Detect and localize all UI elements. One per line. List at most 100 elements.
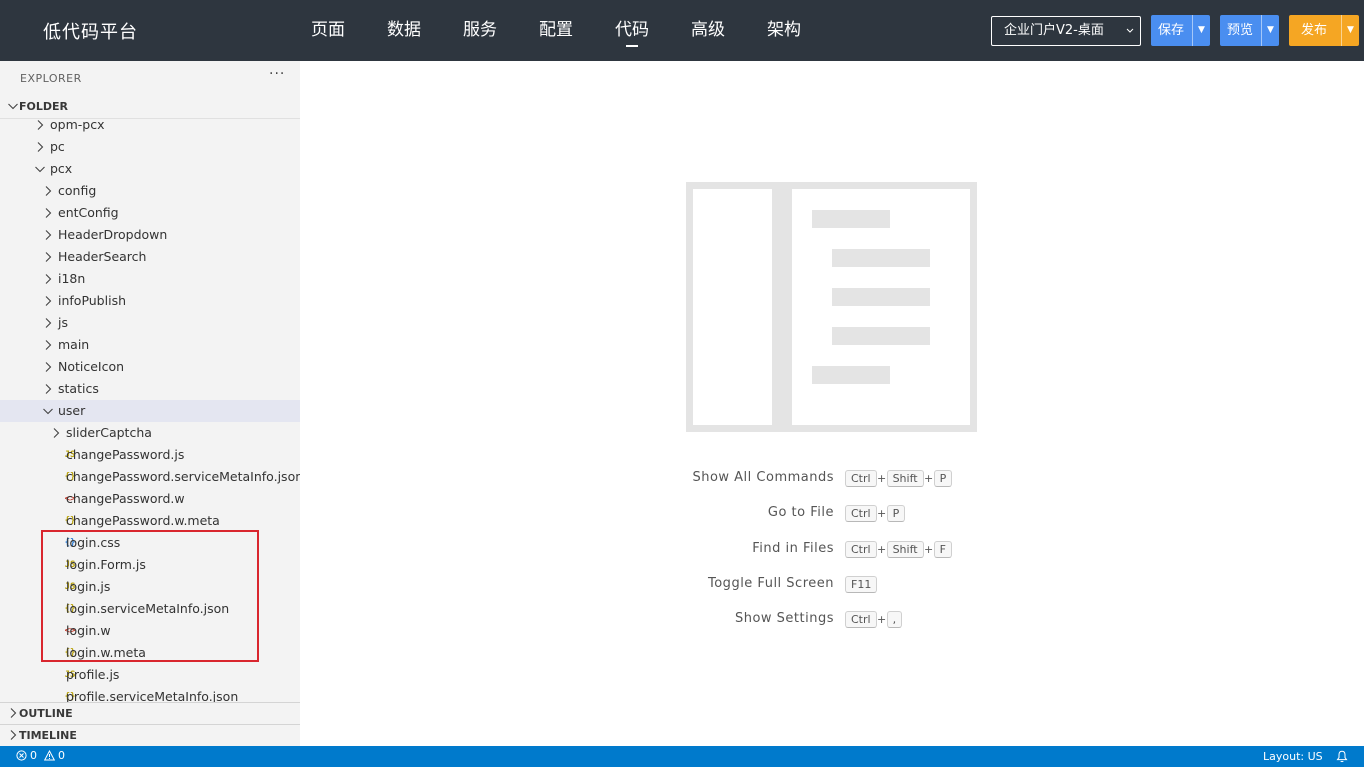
folder-section-header[interactable]: FOLDER <box>0 96 300 118</box>
plus-separator: + <box>876 542 887 556</box>
main-nav: 页面 数据 服务 配置 代码 高级 架构 <box>290 0 822 61</box>
keybinding-key: F <box>933 540 952 558</box>
keybinding-key: P <box>886 504 906 522</box>
tree-folder-item[interactable]: config <box>0 180 300 202</box>
tree-item-label: config <box>58 183 97 198</box>
tree-file-item[interactable]: {} login.serviceMetaInfo.json <box>0 598 300 620</box>
publish-button[interactable]: 发布 <box>1289 15 1341 46</box>
publish-dropdown-toggle[interactable]: ▼ <box>1341 15 1359 46</box>
chevron-down-icon <box>8 103 18 110</box>
tree-folder-item[interactable]: js <box>0 312 300 334</box>
nav-tab-0[interactable]: 页面 <box>290 0 366 61</box>
shortcut-keys: Ctrl + Shift + F <box>845 539 952 559</box>
tree-file-item[interactable]: JS changePassword.js <box>0 444 300 466</box>
nav-tab-6[interactable]: 架构 <box>746 0 822 61</box>
chevron-right-icon <box>45 296 52 306</box>
tree-item-label: login.js <box>66 579 111 594</box>
file-tree: opm-pcx pc pcx config entConfig HeaderDropdow… <box>0 118 300 702</box>
tree-item-label: user <box>58 403 86 418</box>
caret-down-icon: ▼ <box>1198 25 1205 35</box>
tree-item-label: pcx <box>50 161 73 176</box>
tree-file-item[interactable]: {} changePassword.w.meta <box>0 510 300 532</box>
chevron-right-icon <box>45 208 52 218</box>
explorer-sidebar: EXPLORER ··· FOLDER opm-pcx pc pcx config en… <box>0 61 300 746</box>
chevron-right-icon <box>37 142 44 152</box>
tree-file-item[interactable]: {} changePassword.serviceMetaInfo.json <box>0 466 300 488</box>
tree-file-item[interactable]: {} login.w.meta <box>0 642 300 664</box>
preview-dropdown-toggle[interactable]: ▼ <box>1261 15 1279 46</box>
save-dropdown-toggle[interactable]: ▼ <box>1192 15 1210 46</box>
tree-item-label: changePassword.w.meta <box>66 513 220 528</box>
tree-folder-item[interactable]: infoPublish <box>0 290 300 312</box>
tree-item-label: changePassword.serviceMetaInfo.json <box>66 469 300 484</box>
tree-folder-item[interactable]: pcx <box>0 158 300 180</box>
shortcut-row: Show All Commands Ctrl + Shift + P <box>600 468 1100 488</box>
chevron-right-icon <box>53 428 60 438</box>
top-navigation-bar: 低代码平台 页面 数据 服务 配置 代码 高级 架构 企业门户V2-桌面 保存 ▼ 预览 ▼… <box>0 0 1364 61</box>
keybinding-key: Shift <box>886 540 924 558</box>
plus-separator: + <box>876 612 887 626</box>
tree-folder-item[interactable]: main <box>0 334 300 356</box>
tree-item-label: changePassword.w <box>66 491 185 506</box>
tree-folder-item[interactable]: user <box>0 400 300 422</box>
keyboard-layout-indicator[interactable]: Layout: US <box>1263 750 1323 763</box>
shortcut-label: Toggle Full Screen <box>708 576 834 591</box>
nav-tab-3[interactable]: 配置 <box>518 0 594 61</box>
outline-section-label: OUTLINE <box>19 707 73 720</box>
tree-file-item[interactable]: {} profile.serviceMetaInfo.json <box>0 686 300 702</box>
tree-item-label: login.Form.js <box>66 557 146 572</box>
problems-indicator[interactable]: 0 0 <box>16 749 72 762</box>
tree-item-label: main <box>58 337 90 352</box>
chevron-right-icon <box>37 120 44 130</box>
brand-title: 低代码平台 <box>43 22 138 43</box>
chevron-right-icon <box>10 730 17 740</box>
tree-folder-item[interactable]: i18n <box>0 268 300 290</box>
keybinding-key: P <box>933 469 953 487</box>
chevron-right-icon <box>45 274 52 284</box>
tree-folder-item[interactable]: HeaderSearch <box>0 246 300 268</box>
nav-tab-1[interactable]: 数据 <box>366 0 442 61</box>
more-actions-icon[interactable]: ··· <box>269 66 285 82</box>
chevron-down-icon <box>1126 17 1134 57</box>
outline-section-header[interactable]: OUTLINE <box>0 702 300 724</box>
tree-file-item[interactable]: {} login.css <box>0 532 300 554</box>
tree-item-label: pc <box>50 139 65 154</box>
caret-down-icon: ▼ <box>1347 25 1354 35</box>
error-icon <box>16 750 27 761</box>
tree-file-item[interactable]: JS login.js <box>0 576 300 598</box>
tree-folder-item[interactable]: NoticeIcon <box>0 356 300 378</box>
tree-item-label: i18n <box>58 271 86 286</box>
tree-item-label: login.serviceMetaInfo.json <box>66 601 230 616</box>
keybinding-key: Ctrl <box>845 540 877 558</box>
plus-separator: + <box>876 506 887 520</box>
tree-file-item[interactable]: <> changePassword.w <box>0 488 300 510</box>
nav-tab-5[interactable]: 高级 <box>670 0 746 61</box>
tree-folder-item[interactable]: HeaderDropdown <box>0 224 300 246</box>
shortcut-label: Go to File <box>767 505 834 520</box>
tree-file-item[interactable]: JS profile.js <box>0 664 300 686</box>
tree-item-label: login.w <box>66 623 111 638</box>
nav-tab-4[interactable]: 代码 <box>594 0 670 61</box>
bell-icon[interactable] <box>1336 750 1348 763</box>
tree-item-label: infoPublish <box>58 293 126 308</box>
tree-file-item[interactable]: <> login.w <box>0 620 300 642</box>
app-select[interactable]: 企业门户V2-桌面 <box>991 16 1141 46</box>
shortcut-row: Toggle Full Screen F11 <box>600 574 1100 594</box>
folder-section-label: FOLDER <box>19 100 68 113</box>
chevron-right-icon <box>45 384 52 394</box>
tree-item-label: entConfig <box>58 205 119 220</box>
editor-watermark-logo-icon <box>686 182 977 432</box>
tree-file-item[interactable]: JS login.Form.js <box>0 554 300 576</box>
tree-item-label: sliderCaptcha <box>66 425 152 440</box>
save-button[interactable]: 保存 <box>1151 15 1192 46</box>
warning-icon <box>44 750 55 761</box>
tree-folder-item[interactable]: pc <box>0 136 300 158</box>
tree-folder-item[interactable]: opm-pcx <box>0 119 300 136</box>
tree-folder-item[interactable]: entConfig <box>0 202 300 224</box>
keybinding-key: F11 <box>845 575 878 593</box>
tree-folder-item[interactable]: statics <box>0 378 300 400</box>
nav-tab-2[interactable]: 服务 <box>442 0 518 61</box>
timeline-section-header[interactable]: TIMELINE <box>0 724 300 746</box>
tree-folder-item[interactable]: sliderCaptcha <box>0 422 300 444</box>
preview-button[interactable]: 预览 <box>1220 15 1261 46</box>
